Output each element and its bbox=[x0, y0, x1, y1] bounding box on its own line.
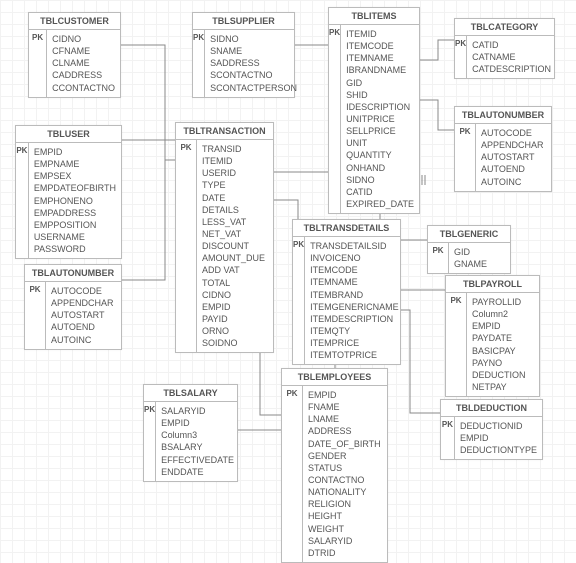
column-list: ITEMID ITEMCODE ITEMNAME IBRANDNAME GID … bbox=[341, 25, 419, 213]
table-title: TBLCUSTOMER bbox=[29, 13, 120, 30]
table-tblautonumber-1[interactable]: TBLAUTONUMBER PKAUTOCODE APPENDCHAR AUTO… bbox=[24, 264, 122, 350]
table-title: TBLSALARY bbox=[144, 385, 237, 402]
table-title: TBLPAYROLL bbox=[446, 276, 539, 293]
column-list: DEDUCTIONID EMPID DEDUCTIONTYPE bbox=[455, 417, 542, 459]
table-tblgeneric[interactable]: TBLGENERIC PKGID GNAME bbox=[427, 225, 511, 274]
table-tblsalary[interactable]: TBLSALARY PKSALARYID EMPID Column3 BSALA… bbox=[143, 384, 238, 482]
table-tbluser[interactable]: TBLUSER PKEMPID EMPNAME EMPSEX EMPDATEOF… bbox=[15, 125, 122, 259]
table-tbltransdetails[interactable]: TBLTRANSDETAILS PKTRANSDETAILSID INVOICE… bbox=[292, 219, 401, 365]
table-title: TBLSUPPLIER bbox=[193, 13, 294, 30]
pk-label: PK bbox=[446, 293, 467, 396]
pk-label: PK bbox=[16, 143, 29, 258]
table-tblautonumber-2[interactable]: TBLAUTONUMBER PKAUTOCODE APPENDCHAR AUTO… bbox=[454, 106, 552, 192]
column-list: EMPID FNAME LNAME ADDRESS DATE_OF_BIRTH … bbox=[303, 386, 387, 562]
column-list: AUTOCODE APPENDCHAR AUTOSTART AUTOEND AU… bbox=[46, 282, 121, 349]
pk-label: PK bbox=[29, 30, 47, 97]
table-title: TBLITEMS bbox=[329, 8, 419, 25]
column-list: CIDNO CFNAME CLNAME CADDRESS CCONTACTNO bbox=[47, 30, 120, 97]
table-tblitems[interactable]: TBLITEMS PKITEMID ITEMCODE ITEMNAME IBRA… bbox=[328, 7, 420, 214]
table-tbltransaction[interactable]: TBLTRANSACTION PKTRANSID ITEMID USERID T… bbox=[175, 122, 274, 353]
column-list: TRANSID ITEMID USERID TYPE DATE DETAILS … bbox=[197, 140, 273, 352]
table-tblpayroll[interactable]: TBLPAYROLL PKPAYROLLID Column2 EMPID PAY… bbox=[445, 275, 540, 397]
table-title: TBLDEDUCTION bbox=[441, 400, 542, 417]
table-title: TBLEMPLOYEES bbox=[282, 369, 387, 386]
pk-label: PK bbox=[193, 30, 205, 97]
table-title: TBLUSER bbox=[16, 126, 121, 143]
column-list: SALARYID EMPID Column3 BSALARY EFFECTIVE… bbox=[156, 402, 239, 481]
table-tblemployees[interactable]: TBLEMPLOYEES PKEMPID FNAME LNAME ADDRESS… bbox=[281, 368, 388, 563]
pk-label: PK bbox=[455, 124, 476, 191]
table-title: TBLGENERIC bbox=[428, 226, 510, 243]
column-list: PAYROLLID Column2 EMPID PAYDATE BASICPAY… bbox=[467, 293, 539, 396]
column-list: TRANSDETAILSID INVOICENO ITEMCODE ITEMNA… bbox=[305, 237, 404, 364]
pk-label: PK bbox=[293, 237, 305, 364]
column-list: SIDNO SNAME SADDRESS SCONTACTNO SCONTACT… bbox=[205, 30, 302, 97]
pk-label: PK bbox=[455, 36, 467, 78]
table-title: TBLAUTONUMBER bbox=[455, 107, 551, 124]
column-list: EMPID EMPNAME EMPSEX EMPDATEOFBIRTH EMPH… bbox=[29, 143, 121, 258]
pk-label: PK bbox=[282, 386, 303, 562]
table-title: TBLTRANSDETAILS bbox=[293, 220, 400, 237]
table-title: TBLTRANSACTION bbox=[176, 123, 273, 140]
pk-label: PK bbox=[176, 140, 197, 352]
pk-label: PK bbox=[329, 25, 341, 213]
column-list: GID GNAME bbox=[449, 243, 510, 273]
pk-label: PK bbox=[25, 282, 46, 349]
pk-label: PK bbox=[441, 417, 455, 459]
pk-label: PK bbox=[428, 243, 449, 273]
column-list: CATID CATNAME CATDESCRIPTION bbox=[467, 36, 556, 78]
table-title: TBLCATEGORY bbox=[455, 19, 554, 36]
table-tblsupplier[interactable]: TBLSUPPLIER PKSIDNO SNAME SADDRESS SCONT… bbox=[192, 12, 295, 98]
table-tbldeduction[interactable]: TBLDEDUCTION PKDEDUCTIONID EMPID DEDUCTI… bbox=[440, 399, 543, 460]
column-list: AUTOCODE APPENDCHAR AUTOSTART AUTOEND AU… bbox=[476, 124, 551, 191]
table-title: TBLAUTONUMBER bbox=[25, 265, 121, 282]
table-tblcustomer[interactable]: TBLCUSTOMER PKCIDNO CFNAME CLNAME CADDRE… bbox=[28, 12, 121, 98]
pk-label: PK bbox=[144, 402, 156, 481]
table-tblcategory[interactable]: TBLCATEGORY PKCATID CATNAME CATDESCRIPTI… bbox=[454, 18, 555, 79]
